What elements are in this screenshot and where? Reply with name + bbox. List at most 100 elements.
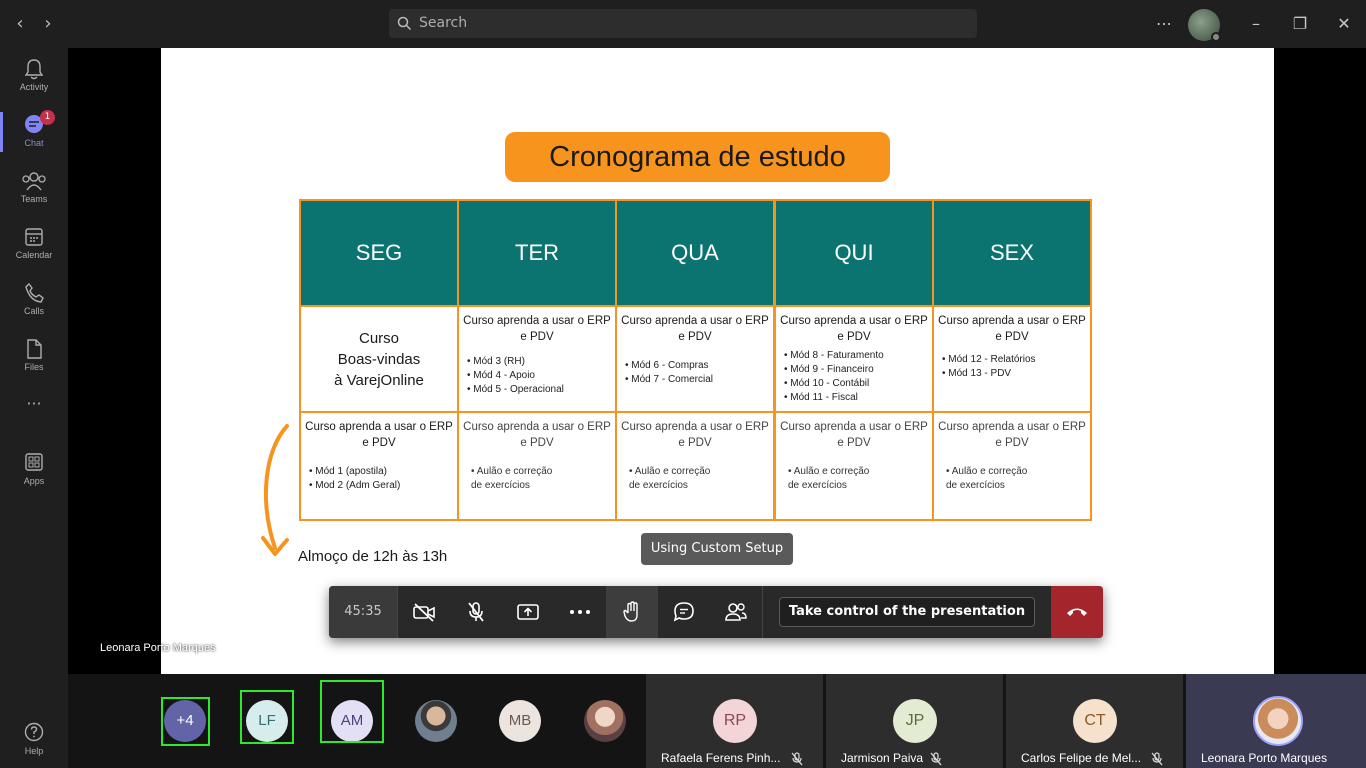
- rail-item-calendar[interactable]: Calendar: [0, 216, 68, 272]
- help-label: Help: [24, 746, 44, 756]
- cell-title: Curso aprenda a usar o ERP e PDV: [305, 421, 453, 449]
- highlight-box: [320, 680, 384, 743]
- participant-photo-avatar[interactable]: [584, 700, 626, 742]
- mic-button[interactable]: [450, 586, 502, 638]
- highlight-box: [240, 690, 294, 744]
- camera-button[interactable]: [398, 586, 450, 638]
- rail-item-activity[interactable]: Activity: [0, 48, 68, 104]
- mic-off-icon: [468, 602, 484, 622]
- participants-icon: [725, 603, 747, 621]
- schedule-cell: Curso aprenda a usar o ERP e PDV • Aulão…: [932, 411, 1092, 521]
- mic-muted-icon: [930, 752, 942, 766]
- cell-title: Curso aprenda a usar o ERP e PDV: [780, 421, 928, 449]
- schedule-table: SEG TER QUA QUI SEX Curso Boas-vindas à …: [299, 199, 1094, 522]
- module-item: Mod 2 (Adm Geral): [309, 479, 457, 493]
- day-header: SEG: [299, 199, 459, 307]
- hang-up-icon: [1067, 608, 1087, 616]
- rail-item-apps[interactable]: Apps: [0, 442, 68, 498]
- schedule-cell: Curso aprenda a usar o ERP e PDV Mód 12 …: [932, 305, 1092, 413]
- day-header: QUA: [615, 199, 775, 307]
- camera-off-icon: [413, 603, 435, 622]
- hang-up-button[interactable]: [1051, 586, 1103, 638]
- schedule-cell: Curso aprenda a usar o ERP e PDV • Aulão…: [774, 411, 934, 521]
- raise-hand-button[interactable]: [606, 586, 658, 638]
- participant-photo-avatar: [1253, 696, 1303, 746]
- rail-item-label: Chat: [24, 138, 44, 148]
- rail-item-calls[interactable]: Calls: [0, 272, 68, 328]
- share-button[interactable]: [502, 586, 554, 638]
- file-icon: [27, 339, 42, 359]
- participant-name: Leonara Porto Marques: [1201, 751, 1328, 765]
- rail-item-chat[interactable]: 1 Chat: [0, 104, 68, 160]
- day-header: TER: [457, 199, 617, 307]
- participant-photo-avatar[interactable]: [415, 700, 457, 742]
- back-arrow-icon[interactable]: ‹: [8, 12, 32, 36]
- avatar-initials: RP: [723, 712, 747, 729]
- call-controls: 45:35 Take control of the presentation: [329, 586, 1103, 638]
- search-input[interactable]: Search: [389, 9, 977, 38]
- cell-title: Curso aprenda a usar o ERP e PDV: [621, 315, 769, 343]
- apps-icon: [25, 453, 43, 471]
- slide-title: Cronograma de estudo: [505, 132, 890, 182]
- chat-button[interactable]: [658, 586, 710, 638]
- more-options-icon[interactable]: ⋯: [1152, 12, 1176, 36]
- minimize-icon[interactable]: –: [1244, 12, 1268, 36]
- cell-title: Curso aprenda a usar o ERP e PDV: [463, 421, 611, 449]
- rail-item-files[interactable]: Files: [0, 328, 68, 384]
- forward-arrow-icon[interactable]: ›: [36, 12, 60, 36]
- participant-tile[interactable]: JP Jarmison Paiva: [826, 674, 1003, 768]
- participant-tile[interactable]: CT Carlos Felipe de Mel...: [1006, 674, 1183, 768]
- close-icon[interactable]: ✕: [1332, 12, 1356, 36]
- cell-title: Curso aprenda a usar o ERP e PDV: [621, 421, 769, 449]
- highlight-box: [161, 697, 210, 746]
- rail-item-label: Activity: [19, 82, 49, 92]
- more-icon: [570, 610, 590, 614]
- participant-avatar: CT: [1073, 699, 1117, 743]
- cell-subtext: • Aulão e correção de exercícios: [788, 466, 870, 491]
- rail-item-label: Calls: [23, 306, 44, 316]
- more-actions-button[interactable]: [554, 586, 606, 638]
- presence-dot: [1211, 32, 1221, 42]
- take-control-button[interactable]: Take control of the presentation: [779, 597, 1035, 627]
- module-item: Mód 12 - Relatórios: [942, 353, 1090, 367]
- restore-icon[interactable]: ❐: [1288, 12, 1312, 36]
- schedule-cell: Curso aprenda a usar o ERP e PDV Mód 8 -…: [774, 305, 934, 413]
- mic-muted-icon: [1151, 752, 1163, 766]
- participant-tile-active[interactable]: Leonara Porto Marques: [1186, 674, 1366, 768]
- participant-name: Carlos Felipe de Mel...: [1021, 751, 1142, 765]
- rail-item-label: Teams: [20, 194, 48, 204]
- divider: [762, 586, 763, 638]
- module-item: Mód 4 - Apoio: [467, 369, 615, 383]
- participant-avatar: JP: [893, 699, 937, 743]
- cell-subtext: • Aulão e correção de exercícios: [946, 466, 1028, 491]
- cell-title: Curso aprenda a usar o ERP e PDV: [780, 315, 928, 343]
- chat-bubble-icon: [673, 602, 694, 622]
- avatar-initials: MB: [508, 712, 532, 729]
- module-item: Mód 1 (apostila): [309, 465, 457, 479]
- search-placeholder: Search: [419, 15, 468, 31]
- phone-icon: [25, 282, 44, 303]
- participant-name: Rafaela Ferens Pinh...: [661, 751, 781, 765]
- avatar-initials: JP: [905, 712, 925, 729]
- participant-tile[interactable]: RP Rafaela Ferens Pinh...: [646, 674, 823, 768]
- schedule-cell: Curso aprenda a usar o ERP e PDV Mód 3 (…: [457, 305, 617, 413]
- schedule-cell: Curso aprenda a usar o ERP e PDV Mód 1 (…: [299, 411, 459, 521]
- avatar-initials: CT: [1084, 712, 1106, 729]
- help-button[interactable]: Help: [0, 722, 68, 756]
- module-item: Mód 3 (RH): [467, 355, 615, 369]
- cell-title: Curso aprenda a usar o ERP e PDV: [938, 315, 1086, 343]
- unread-badge: 1: [40, 110, 55, 125]
- schedule-cell: Curso aprenda a usar o ERP e PDV • Aulão…: [615, 411, 775, 521]
- cell-subtext: • Aulão e correção de exercícios: [629, 466, 711, 491]
- search-icon: [397, 16, 412, 31]
- rail-item-teams[interactable]: Teams: [0, 160, 68, 216]
- module-item: Mód 11 - Fiscal: [784, 391, 932, 405]
- app-rail: Activity 1 Chat Teams Calendar Calls Fil…: [0, 48, 68, 768]
- lunch-note: Almoço de 12h às 13h: [298, 548, 448, 565]
- rail-item-label: Files: [24, 362, 44, 372]
- participant-avatar[interactable]: MB: [499, 700, 541, 742]
- module-item: Mód 10 - Contábil: [784, 377, 932, 391]
- participants-button[interactable]: [710, 586, 762, 638]
- user-avatar[interactable]: [1188, 9, 1221, 42]
- help-icon: [24, 722, 44, 742]
